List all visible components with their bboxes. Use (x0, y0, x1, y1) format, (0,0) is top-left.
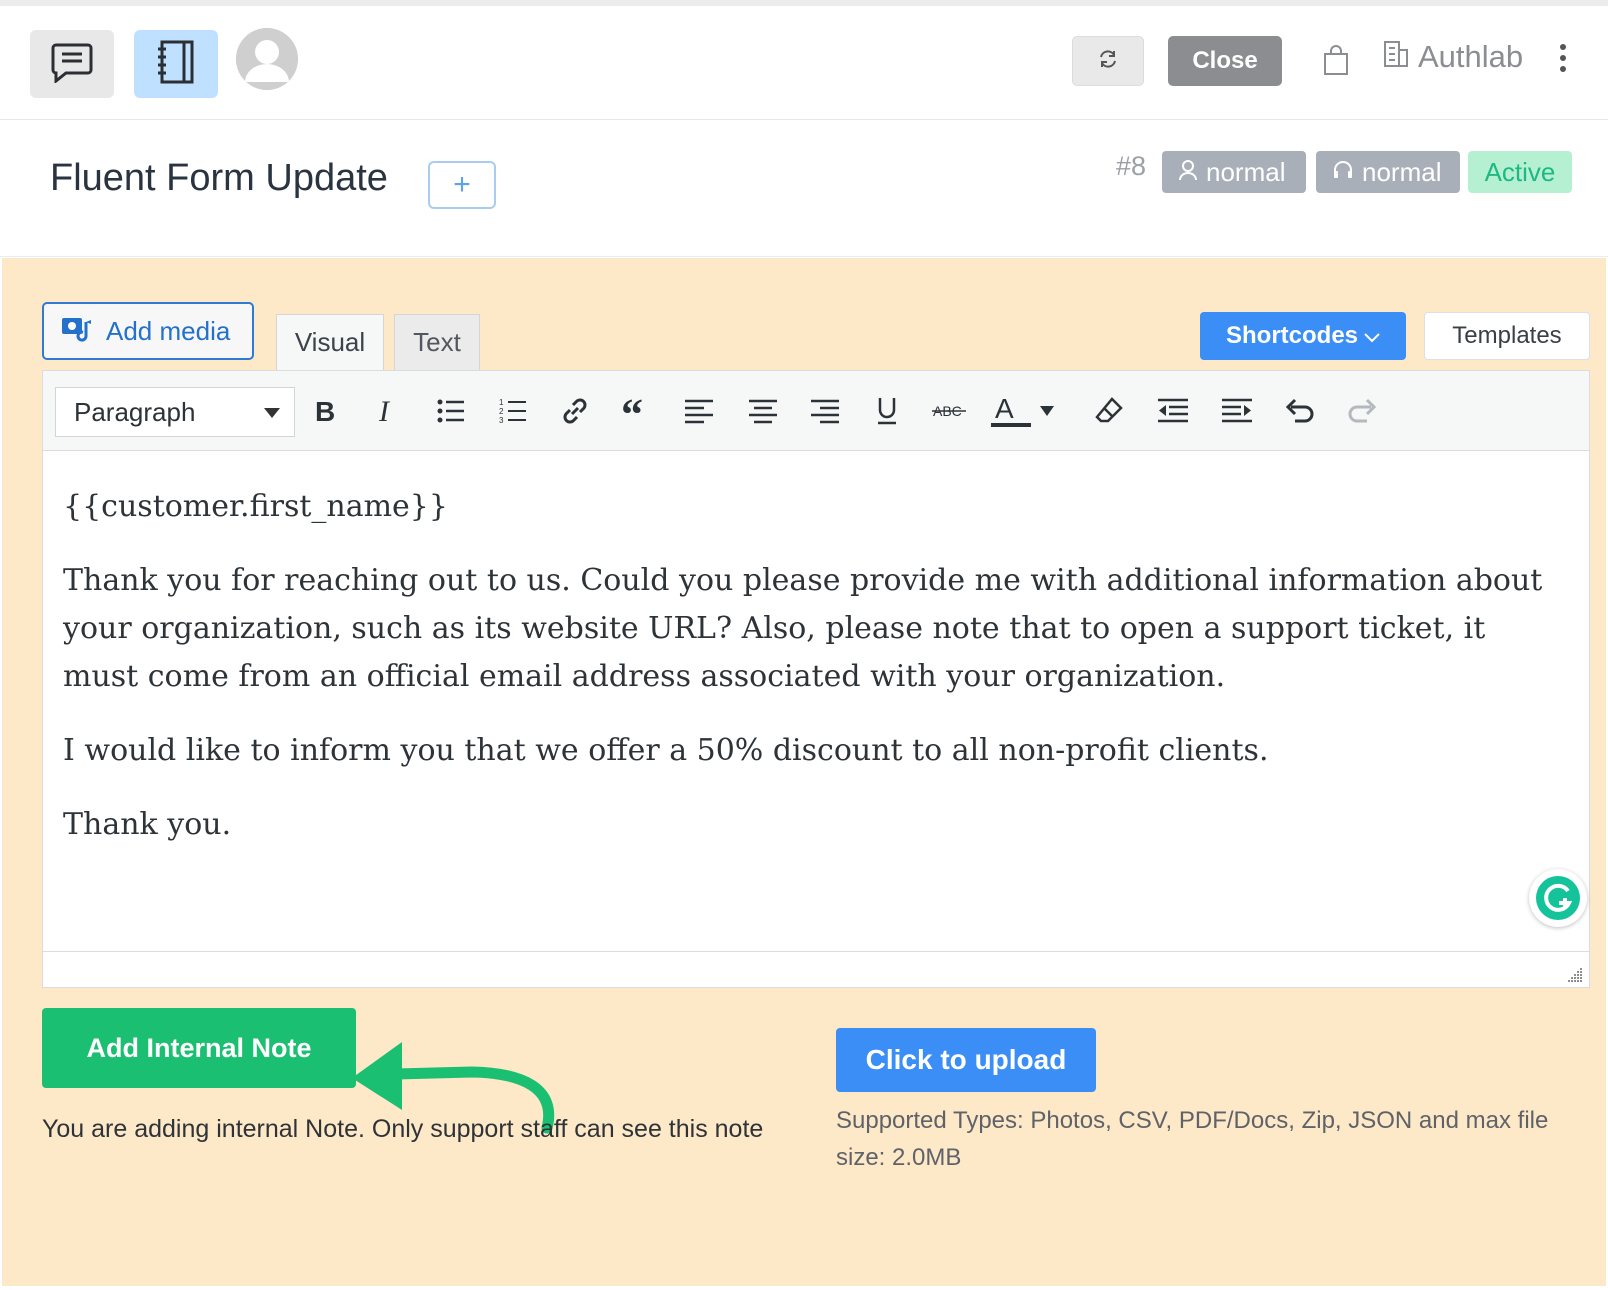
grammarly-icon[interactable] (1529, 869, 1587, 927)
chat-icon (50, 41, 94, 88)
conversation-view-button[interactable] (30, 30, 114, 98)
svg-text:2: 2 (499, 407, 504, 416)
blockquote-icon[interactable]: “ (615, 389, 659, 433)
media-icon (60, 312, 94, 351)
body-paragraph: Thank you for reaching out to us. Could … (63, 563, 1543, 694)
organization-name: Authlab (1418, 39, 1524, 74)
bold-icon[interactable]: B (303, 389, 347, 433)
building-icon (1382, 38, 1410, 76)
shortcodes-dropdown[interactable]: Shortcodes (1200, 312, 1406, 360)
editor-toolbar: Paragraph B I 123 “ ABC A (43, 371, 1589, 451)
svg-text:1: 1 (499, 398, 504, 407)
customer-priority-label: normal (1206, 156, 1286, 187)
bullet-list-icon[interactable] (429, 389, 473, 433)
caret-down-icon (264, 408, 280, 418)
rich-text-editor: Paragraph B I 123 “ ABC A {{customer.fir… (42, 370, 1590, 988)
align-center-icon[interactable] (741, 389, 785, 433)
agent-priority-badge: normal (1316, 151, 1460, 193)
text-color-caret-icon[interactable] (1035, 389, 1059, 433)
agent-priority-label: normal (1362, 156, 1442, 187)
ticket-title: Fluent Form Update (50, 157, 388, 199)
svg-text:B: B (315, 397, 335, 425)
format-select[interactable]: Paragraph (55, 387, 295, 437)
notes-view-button[interactable] (134, 30, 218, 98)
redo-icon[interactable] (1341, 389, 1385, 433)
reply-panel: Add media Visual Text Shortcodes Templat… (2, 258, 1606, 1286)
link-icon[interactable] (553, 389, 597, 433)
svg-text:“: “ (621, 399, 643, 423)
avatar[interactable] (236, 28, 298, 90)
upload-help-text: Supported Types: Photos, CSV, PDF/Docs, … (836, 1107, 1549, 1171)
editor-statusbar (43, 951, 1589, 987)
outdent-icon[interactable] (1151, 389, 1195, 433)
refresh-button[interactable] (1072, 36, 1144, 86)
greeting-paragraph: {{customer.first_name}} (63, 489, 448, 524)
shopping-bag-icon[interactable] (1322, 44, 1350, 81)
undo-icon[interactable] (1277, 389, 1321, 433)
indent-icon[interactable] (1215, 389, 1259, 433)
numbered-list-icon[interactable]: 123 (491, 389, 535, 433)
format-select-value: Paragraph (74, 396, 196, 427)
customer-priority-badge: normal (1162, 151, 1306, 193)
italic-icon[interactable]: I (365, 389, 409, 433)
svg-text:3: 3 (499, 416, 504, 425)
ticket-title-bar: Fluent Form Update + #8 normal normal Ac… (0, 121, 1608, 257)
clear-formatting-icon[interactable] (1087, 389, 1131, 433)
strikethrough-icon[interactable]: ABC (927, 389, 971, 433)
text-color-icon[interactable]: A (989, 389, 1033, 433)
underline-icon[interactable] (865, 389, 909, 433)
headset-icon (1332, 157, 1354, 188)
align-left-icon[interactable] (677, 389, 721, 433)
top-header: Close Authlab (0, 6, 1608, 120)
more-vertical-icon[interactable] (1560, 44, 1566, 72)
add-internal-note-button[interactable]: Add Internal Note (42, 1008, 356, 1088)
add-button[interactable]: + (428, 161, 496, 209)
chevron-down-icon (1364, 322, 1380, 350)
upload-button[interactable]: Click to upload (836, 1028, 1096, 1092)
user-icon (1178, 157, 1198, 188)
status-badge: Active (1468, 151, 1572, 193)
resize-handle-icon[interactable] (1567, 967, 1583, 983)
shortcodes-label: Shortcodes (1225, 322, 1359, 349)
tab-visual[interactable]: Visual (276, 314, 384, 370)
templates-button[interactable]: Templates (1424, 312, 1590, 360)
add-media-button[interactable]: Add media (42, 302, 254, 360)
organization-info[interactable]: Authlab (1382, 38, 1523, 76)
refresh-icon (1097, 48, 1119, 75)
close-ticket-button[interactable]: Close (1168, 36, 1282, 86)
notebook-icon (156, 39, 196, 90)
ticket-number: #8 (1116, 151, 1147, 181)
editor-content[interactable]: {{customer.first_name}} Thank you for re… (63, 453, 1563, 875)
tab-text[interactable]: Text (394, 314, 480, 370)
align-right-icon[interactable] (803, 389, 847, 433)
discount-paragraph: I would like to inform you that we offer… (63, 733, 1269, 768)
svg-text:I: I (378, 397, 391, 425)
internal-note-help: You are adding internal Note. Only suppo… (42, 1115, 764, 1143)
closing-paragraph: Thank you. (63, 807, 232, 842)
svg-text:A: A (995, 394, 1014, 424)
add-media-label: Add media (106, 315, 231, 346)
